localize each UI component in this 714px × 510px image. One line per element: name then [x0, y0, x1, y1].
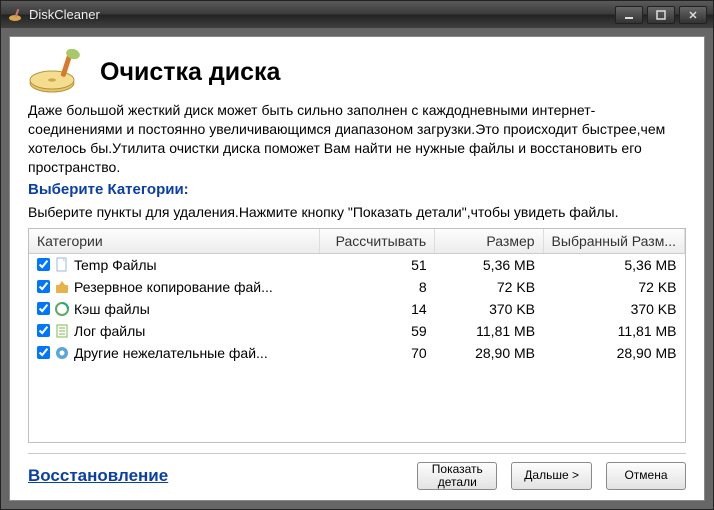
- col-count[interactable]: Рассчитывать: [319, 229, 435, 254]
- row-checkbox[interactable]: [37, 324, 50, 337]
- col-size[interactable]: Размер: [435, 229, 543, 254]
- main-panel: Очистка диска Даже большой жесткий диск …: [9, 36, 705, 501]
- disk-cleanup-icon: [28, 49, 88, 95]
- row-count: 59: [319, 320, 435, 342]
- cancel-button[interactable]: Отмена: [606, 462, 686, 490]
- maximize-button[interactable]: [647, 6, 675, 24]
- minimize-button[interactable]: [615, 6, 643, 24]
- row-size: 5,36 MB: [435, 253, 543, 276]
- instruction-text: Выберите пункты для удаления.Нажмите кно…: [28, 204, 686, 220]
- page-title: Очистка диска: [100, 58, 280, 87]
- row-selected: 72 KB: [543, 276, 684, 298]
- row-checkbox[interactable]: [37, 280, 50, 293]
- backup-icon: [54, 279, 70, 295]
- window-title: DiskCleaner: [29, 7, 100, 22]
- row-name: Temp Файлы: [74, 257, 157, 273]
- junk-icon: [54, 345, 70, 361]
- col-selected-size[interactable]: Выбранный Разм...: [543, 229, 684, 254]
- row-count: 70: [319, 342, 435, 364]
- next-button[interactable]: Дальше >: [511, 462, 592, 490]
- show-details-button[interactable]: Показать детали: [417, 462, 497, 490]
- row-checkbox[interactable]: [37, 346, 50, 359]
- row-checkbox[interactable]: [37, 302, 50, 315]
- cache-icon: [54, 301, 70, 317]
- table-row[interactable]: Резервное копирование фай...872 KB72 KB: [29, 276, 685, 298]
- categories-table: Категории Рассчитывать Размер Выбранный …: [28, 228, 686, 443]
- close-button[interactable]: [679, 6, 707, 24]
- table-row[interactable]: Другие нежелательные фай...7028,90 MB28,…: [29, 342, 685, 364]
- table-row[interactable]: Лог файлы5911,81 MB11,81 MB: [29, 320, 685, 342]
- row-selected: 11,81 MB: [543, 320, 684, 342]
- row-selected: 370 KB: [543, 298, 684, 320]
- row-count: 14: [319, 298, 435, 320]
- recovery-link[interactable]: Восстановление: [28, 466, 168, 486]
- table-row[interactable]: Кэш файлы14370 KB370 KB: [29, 298, 685, 320]
- footer: Восстановление Показать детали Дальше > …: [28, 453, 686, 490]
- row-name: Другие нежелательные фай...: [74, 345, 268, 361]
- row-size: 370 KB: [435, 298, 543, 320]
- log-icon: [54, 323, 70, 339]
- row-checkbox[interactable]: [37, 258, 50, 271]
- app-icon: [7, 7, 23, 23]
- row-selected: 5,36 MB: [543, 253, 684, 276]
- categories-subheading: Выберите Категории:: [28, 181, 686, 198]
- row-selected: 28,90 MB: [543, 342, 684, 364]
- table-row[interactable]: Temp Файлы515,36 MB5,36 MB: [29, 253, 685, 276]
- row-size: 28,90 MB: [435, 342, 543, 364]
- row-count: 8: [319, 276, 435, 298]
- row-size: 72 KB: [435, 276, 543, 298]
- page-icon: [54, 257, 70, 273]
- row-count: 51: [319, 253, 435, 276]
- row-name: Кэш файлы: [74, 301, 150, 317]
- col-category[interactable]: Категории: [29, 229, 319, 254]
- titlebar: DiskCleaner: [0, 0, 714, 28]
- row-size: 11,81 MB: [435, 320, 543, 342]
- row-name: Лог файлы: [74, 323, 145, 339]
- row-name: Резервное копирование фай...: [74, 279, 273, 295]
- description-text: Даже большой жесткий диск может быть сил…: [28, 101, 686, 177]
